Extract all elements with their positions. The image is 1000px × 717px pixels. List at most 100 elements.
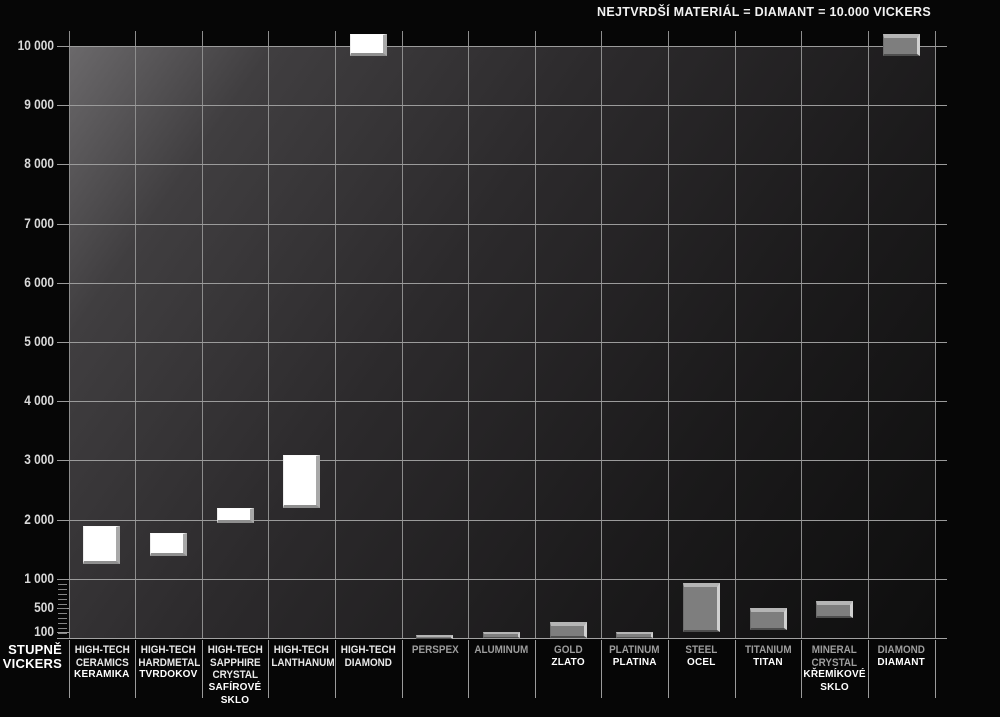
h-gridline	[57, 342, 947, 343]
v-gridline	[668, 31, 669, 638]
category-label-high-tech-lanthanum: HIGH-TECHLANTHANUM	[268, 644, 335, 669]
y-minor-tick	[58, 623, 67, 624]
category-name-czech: SAFÍROVÉ	[202, 682, 269, 695]
bar-steel	[683, 583, 720, 632]
h-gridline	[57, 401, 947, 402]
v-gridline	[935, 31, 936, 638]
y-tick-label: 100	[6, 624, 54, 639]
x-axis-baseline	[57, 638, 947, 639]
category-name-czech: PLATINA	[601, 657, 668, 670]
v-gridline	[268, 31, 269, 638]
category-name-czech: SKLO	[801, 682, 868, 695]
category-name-czech: ZLATO	[535, 657, 602, 670]
v-gridline	[335, 31, 336, 638]
bar-high-tech-lanthanum	[283, 455, 320, 508]
bar-perspex	[416, 635, 453, 639]
y-minor-tick	[58, 633, 67, 634]
y-axis-title-line1: STUPNĚ	[0, 643, 62, 657]
category-name-en: HIGH-TECH	[205, 644, 265, 657]
category-name-en: SAPPHIRE	[205, 657, 265, 670]
y-minor-tick	[58, 594, 67, 595]
category-name-en: PERSPEX	[405, 644, 465, 657]
chart-title: NEJTVRDŠÍ MATERIÁL = DIAMANT = 10.000 VI…	[597, 5, 931, 19]
category-label-diamond: DIAMONDDIAMANT	[868, 644, 935, 669]
h-gridline	[57, 283, 947, 284]
category-name-czech: KERAMIKA	[69, 669, 136, 682]
category-name-en: HIGH-TECH	[138, 644, 198, 657]
v-gridline	[468, 31, 469, 638]
bar-high-tech-diamond	[350, 34, 387, 56]
v-gridline	[135, 31, 136, 638]
bar-mineral-crystal	[816, 601, 853, 618]
category-name-czech: DIAMANT	[868, 657, 935, 670]
category-label-perspex: PERSPEX	[402, 644, 469, 657]
v-gridline	[402, 31, 403, 638]
category-label-high-tech-hardmetal: HIGH-TECHHARDMETALTVRDOKOV	[135, 644, 202, 682]
bar-titanium	[750, 608, 787, 630]
h-gridline	[57, 460, 947, 461]
category-name-en: CRYSTAL	[205, 669, 265, 682]
h-gridline	[57, 520, 947, 521]
category-name-en: ALUMINUM	[472, 644, 532, 657]
category-name-czech: TVRDOKOV	[135, 669, 202, 682]
category-name-en: CERAMICS	[72, 657, 132, 670]
y-tick-label: 3 000	[6, 452, 54, 467]
category-name-en: DIAMOND	[338, 657, 398, 670]
y-minor-tick	[58, 628, 67, 629]
y-tick-label: 1 000	[6, 571, 54, 586]
h-gridline	[57, 224, 947, 225]
h-gridline	[57, 105, 947, 106]
y-minor-tick	[58, 599, 67, 600]
category-name-en: CRYSTAL	[805, 657, 865, 670]
bar-high-tech-sapphire	[217, 508, 254, 523]
vickers-hardness-chart: NEJTVRDŠÍ MATERIÁL = DIAMANT = 10.000 VI…	[0, 0, 1000, 717]
y-tick-label: 5 000	[6, 334, 54, 349]
y-minor-tick	[58, 589, 67, 590]
y-minor-tick	[58, 584, 67, 585]
h-gridline	[57, 164, 947, 165]
category-label-steel: STEELOCEL	[668, 644, 735, 669]
category-name-czech: TITAN	[735, 657, 802, 670]
category-name-czech: KŘEMÍKOVÉ	[801, 669, 868, 682]
category-label-gold: GOLDZLATO	[535, 644, 602, 669]
category-name-en: GOLD	[538, 644, 598, 657]
y-tick-label: 10 000	[6, 38, 54, 53]
bar-platinum	[616, 632, 653, 639]
category-label-high-tech-diamond: HIGH-TECHDIAMOND	[335, 644, 402, 669]
bar-high-tech-hardmetal	[150, 533, 187, 557]
bar-high-tech-ceramics	[83, 526, 120, 565]
v-gridline	[69, 31, 70, 638]
y-axis-title-line2: VICKERS	[0, 657, 62, 671]
category-name-en: HARDMETAL	[138, 657, 198, 670]
category-label-high-tech-ceramics: HIGH-TECHCERAMICSKERAMIKA	[69, 644, 136, 682]
y-tick-label: 8 000	[6, 156, 54, 171]
category-label-aluminum: ALUMINUM	[468, 644, 535, 657]
category-label-mineral-crystal: MINERALCRYSTALKŘEMÍKOVÉSKLO	[801, 644, 868, 695]
v-gridline	[601, 31, 602, 638]
h-gridline	[57, 46, 947, 47]
category-name-en: TITANIUM	[738, 644, 798, 657]
v-gridline	[735, 31, 736, 638]
y-tick-label: 6 000	[6, 275, 54, 290]
v-gridline	[868, 31, 869, 638]
y-tick-label: 4 000	[6, 393, 54, 408]
category-label-platinum: PLATINUMPLATINA	[601, 644, 668, 669]
category-label-high-tech-sapphire: HIGH-TECHSAPPHIRECRYSTALSAFÍROVÉSKLO	[202, 644, 269, 708]
y-tick-label: 9 000	[6, 97, 54, 112]
v-gridline	[202, 31, 203, 638]
category-name-en: LANTHANUM	[272, 657, 332, 670]
y-tick-label: 7 000	[6, 216, 54, 231]
v-gridline	[801, 31, 802, 638]
category-name-en: DIAMOND	[871, 644, 931, 657]
y-axis-title: STUPNĚ VICKERS	[0, 643, 62, 670]
y-minor-tick	[58, 613, 67, 614]
bar-gold	[550, 622, 587, 638]
category-name-en: HIGH-TECH	[338, 644, 398, 657]
category-name-en: MINERAL	[805, 644, 865, 657]
category-name-en: STEEL	[671, 644, 731, 657]
v-gridline	[535, 31, 536, 638]
category-label-titanium: TITANIUMTITAN	[735, 644, 802, 669]
bar-diamond	[883, 34, 920, 56]
h-gridline	[57, 579, 947, 580]
y-tick-label: 500	[6, 600, 54, 615]
